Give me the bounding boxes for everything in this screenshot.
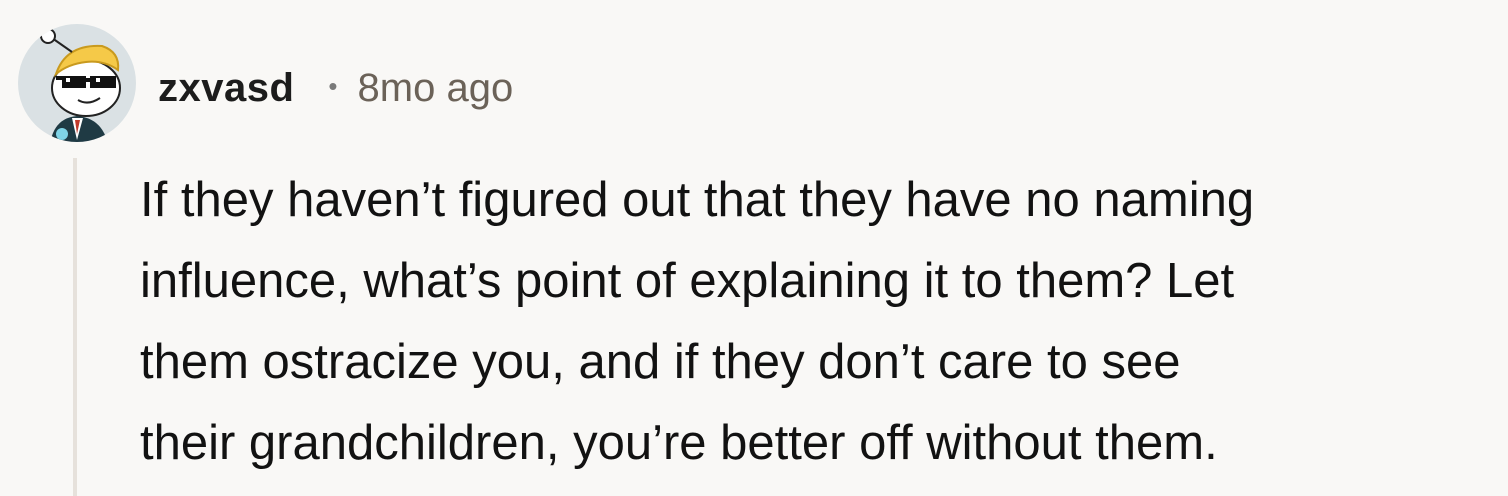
thread-line[interactable] (73, 158, 77, 496)
user-avatar[interactable] (16, 22, 138, 144)
comment-body-line: influence, what’s point of explaining it… (140, 254, 1235, 308)
comment: zxvasd • 8mo ago If they haven’t figured… (0, 0, 1508, 496)
comment-body-line: their grandchildren, you’re better off w… (140, 416, 1218, 470)
timestamp[interactable]: 8mo ago (358, 66, 514, 111)
comment-meta: zxvasd • 8mo ago (158, 60, 513, 116)
username-link[interactable]: zxvasd (158, 66, 294, 111)
snoo-avatar-icon (18, 24, 136, 142)
comment-body-line: them ostracize you, and if they don’t ca… (140, 335, 1181, 389)
meta-separator: • (328, 70, 338, 101)
comment-body: If they haven’t figured out that they ha… (140, 160, 1490, 484)
comment-body-line: If they haven’t figured out that they ha… (140, 173, 1255, 227)
